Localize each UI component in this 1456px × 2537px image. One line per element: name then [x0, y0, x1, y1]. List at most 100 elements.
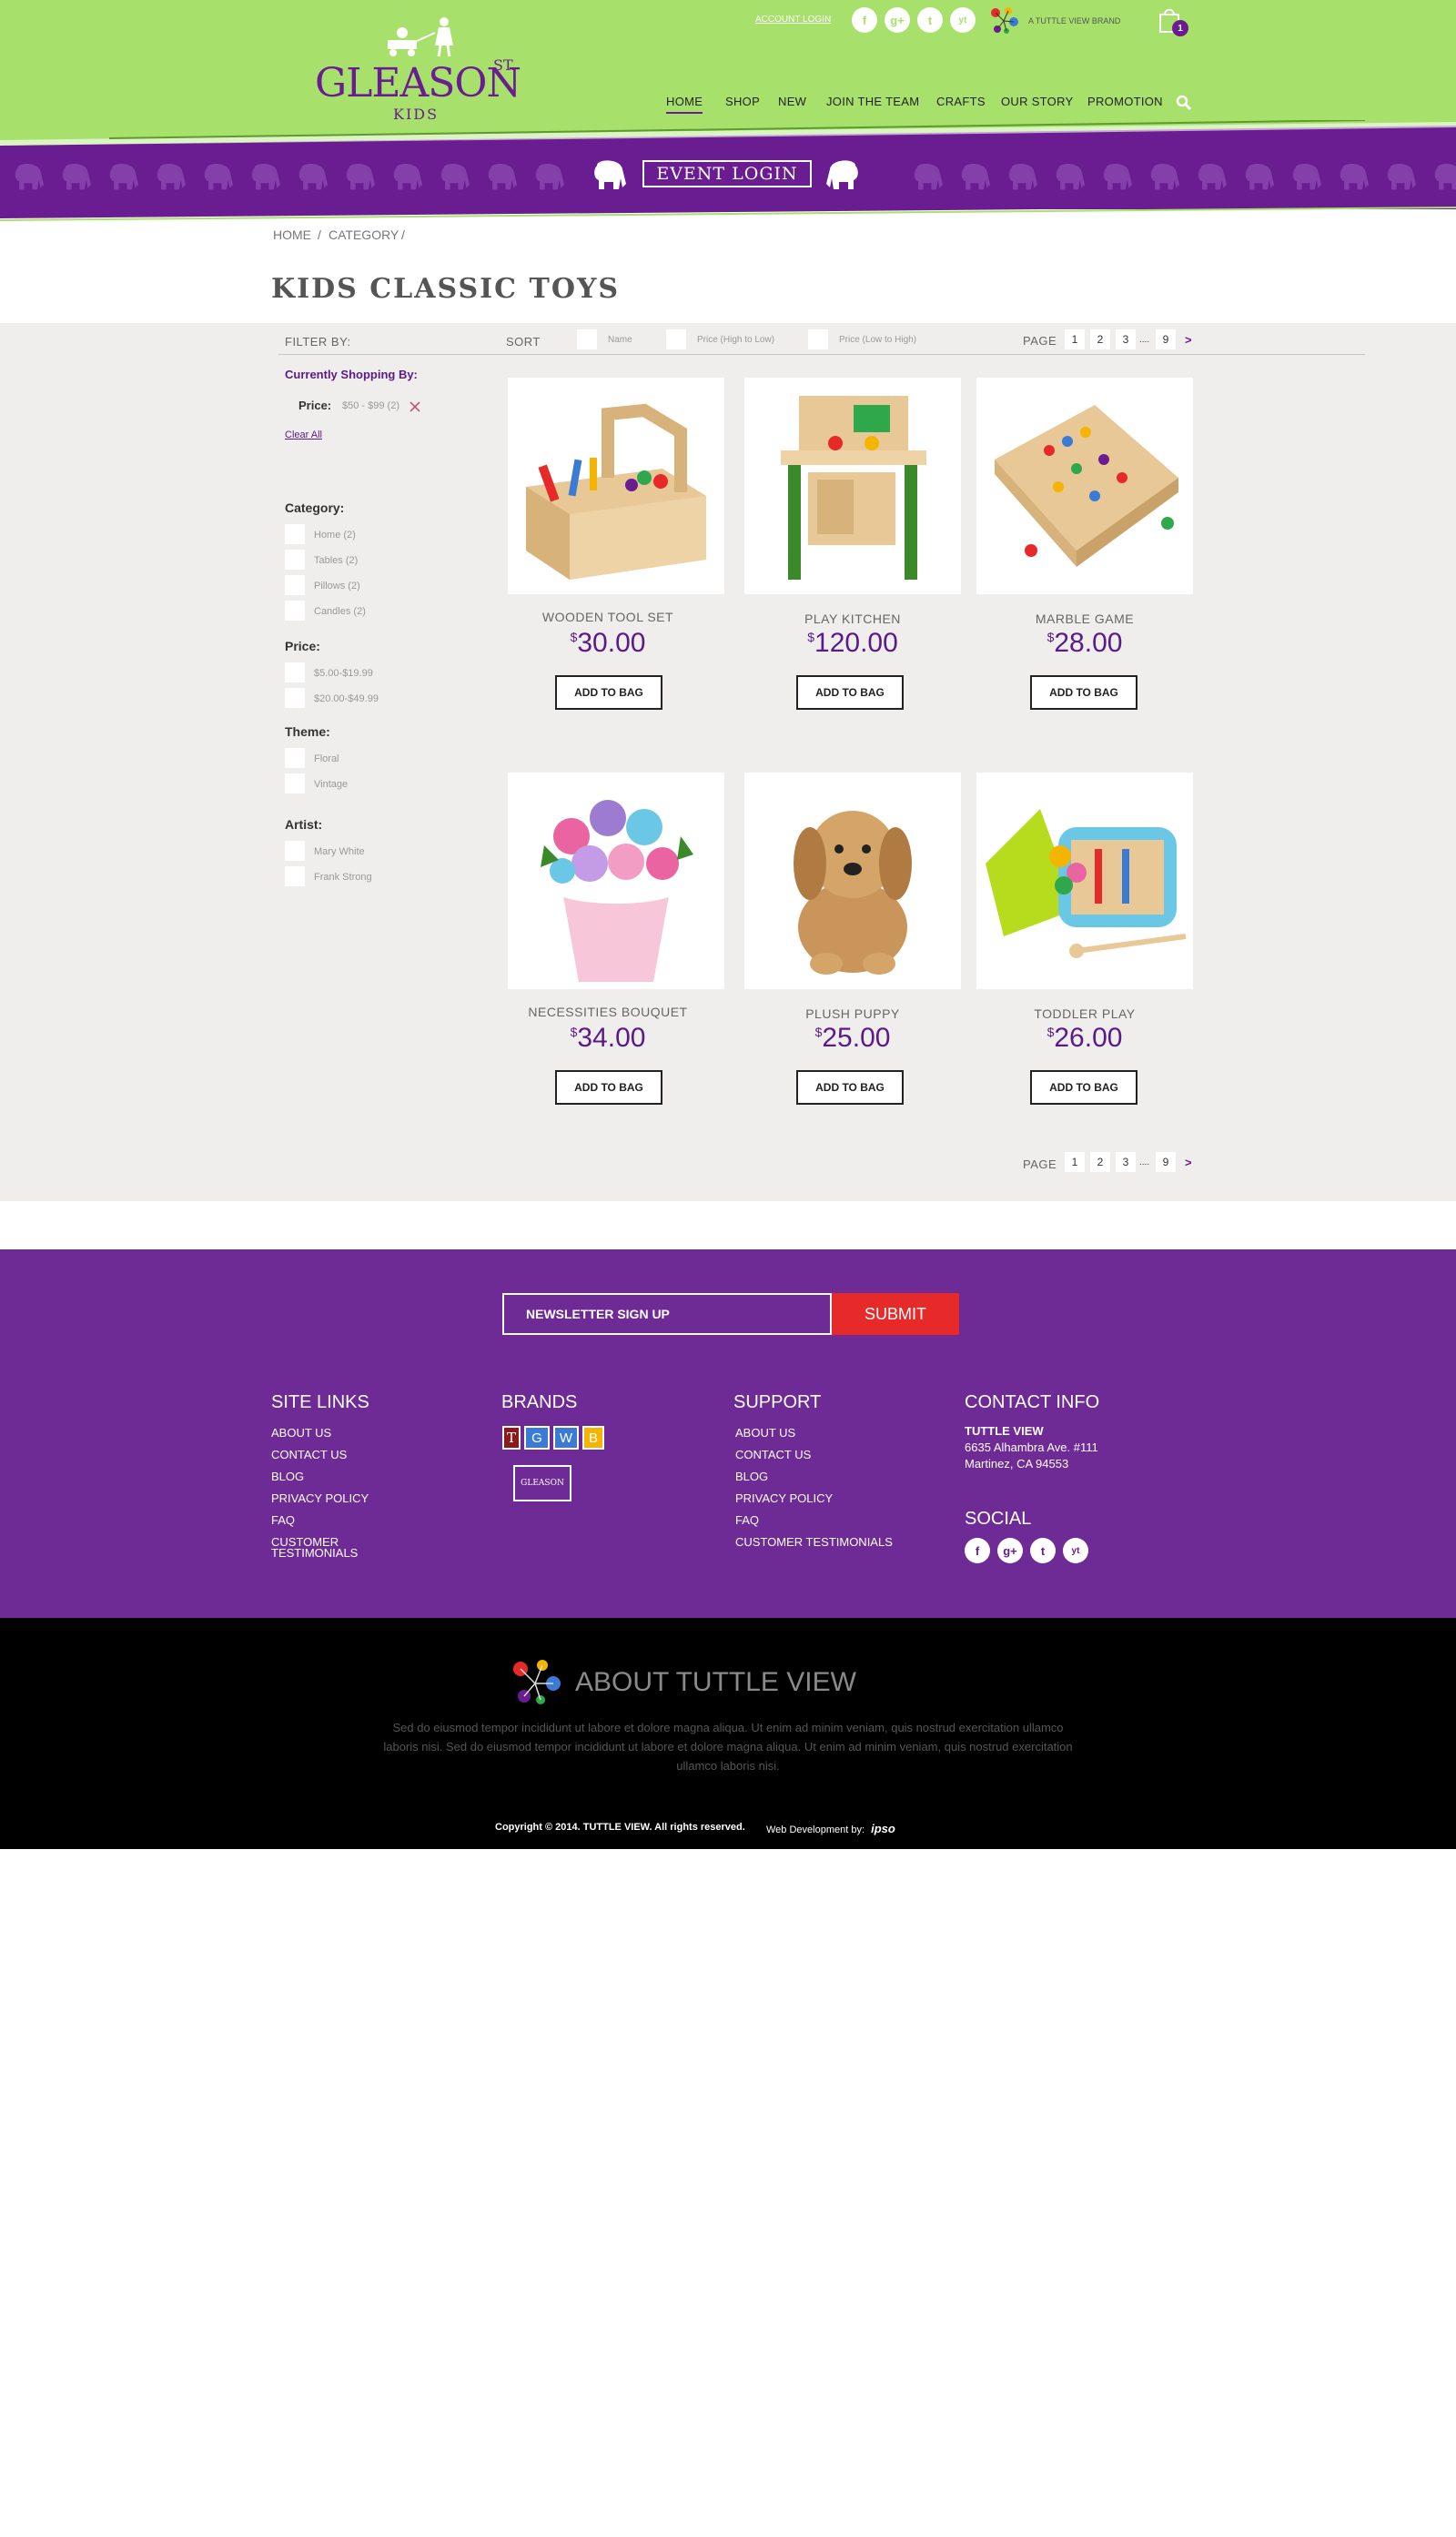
- filter-checkbox[interactable]: [285, 773, 305, 793]
- support-link-testimonials[interactable]: CUSTOMER TESTIMONIALS: [735, 1536, 893, 1548]
- ipso-logo[interactable]: ipso: [871, 1822, 895, 1835]
- support-link-about[interactable]: ABOUT US: [735, 1427, 795, 1439]
- event-login-button[interactable]: EVENT LOGIN: [642, 160, 812, 187]
- nav-join-the-team[interactable]: JOIN THE TEAM: [826, 95, 919, 108]
- support-link-privacy[interactable]: PRIVACY POLICY: [735, 1492, 833, 1504]
- add-to-bag-button[interactable]: ADD TO BAG: [1030, 1070, 1138, 1105]
- search-icon[interactable]: [1176, 95, 1192, 111]
- filter-checkbox[interactable]: [285, 524, 305, 544]
- next-page-arrow[interactable]: >: [1185, 333, 1192, 347]
- nav-home[interactable]: HOME: [666, 95, 703, 114]
- gleason-kids-logo[interactable]: GLEASON ST. KIDS: [315, 16, 521, 123]
- page-9[interactable]: 9: [1156, 329, 1176, 349]
- support-link-faq[interactable]: FAQ: [735, 1514, 759, 1526]
- sort-label: SORT: [506, 335, 541, 349]
- add-to-bag-button[interactable]: ADD TO BAG: [555, 1070, 662, 1105]
- brand-w-logo[interactable]: W: [553, 1426, 579, 1450]
- google-plus-icon[interactable]: g+: [885, 7, 910, 33]
- add-to-bag-button[interactable]: ADD TO BAG: [796, 675, 904, 710]
- clear-all-link[interactable]: Clear All: [285, 430, 322, 440]
- filter-checkbox[interactable]: [285, 841, 305, 861]
- page-3[interactable]: 3: [1116, 329, 1136, 349]
- brush-stroke-bottom: [0, 202, 1456, 221]
- newsletter-submit-button[interactable]: SUBMIT: [832, 1293, 959, 1335]
- filter-checkbox[interactable]: [285, 866, 305, 886]
- product-name[interactable]: NECESSITIES BOUQUET: [500, 1005, 716, 1019]
- sort-high-low-checkbox[interactable]: [666, 329, 686, 349]
- page-label: PAGE: [1023, 334, 1057, 348]
- youtube-icon[interactable]: yt: [950, 7, 976, 33]
- support-link-blog[interactable]: BLOG: [735, 1471, 768, 1482]
- sort-low-high-checkbox[interactable]: [808, 329, 828, 349]
- footer-link-privacy[interactable]: PRIVACY POLICY: [271, 1492, 369, 1504]
- newsletter-input[interactable]: NEWSLETTER SIGN UP: [502, 1293, 832, 1335]
- product-image-toddler-play[interactable]: [976, 773, 1193, 989]
- nav-our-story[interactable]: OUR STORY: [1001, 95, 1074, 108]
- brand-g-logo[interactable]: G: [524, 1426, 550, 1450]
- page-2[interactable]: 2: [1090, 1152, 1110, 1172]
- brand-tagline: A TUTTLE VIEW BRAND: [1028, 16, 1121, 25]
- product-name[interactable]: TODDLER PLAY: [976, 1006, 1193, 1021]
- sort-name-checkbox[interactable]: [577, 329, 597, 349]
- add-to-bag-button[interactable]: ADD TO BAG: [555, 675, 662, 710]
- cart-button[interactable]: 1: [1158, 7, 1188, 37]
- footer-link-faq[interactable]: FAQ: [271, 1514, 295, 1526]
- filter-checkbox[interactable]: [285, 601, 305, 621]
- nav-crafts[interactable]: CRAFTS: [936, 95, 986, 108]
- page-1[interactable]: 1: [1065, 1152, 1085, 1172]
- filter-checkbox[interactable]: [285, 748, 305, 768]
- nav-new[interactable]: NEW: [778, 95, 806, 108]
- footer-link-about[interactable]: ABOUT US: [271, 1427, 331, 1439]
- support-link-contact[interactable]: CONTACT US: [735, 1449, 811, 1461]
- footer-link-contact[interactable]: CONTACT US: [271, 1449, 347, 1461]
- product-image-plush-puppy[interactable]: [744, 773, 961, 989]
- brand-t-logo[interactable]: T: [502, 1426, 521, 1450]
- product-name[interactable]: PLAY KITCHEN: [744, 612, 961, 626]
- remove-filter-icon[interactable]: [410, 401, 420, 412]
- elephant-pattern-icon: [1434, 164, 1456, 190]
- social-heading: SOCIAL: [965, 1509, 1032, 1529]
- contact-info-heading: CONTACT INFO: [965, 1392, 1100, 1412]
- twitter-icon[interactable]: t: [917, 7, 943, 33]
- product-image-marble-game[interactable]: [976, 378, 1193, 594]
- page-2[interactable]: 2: [1090, 329, 1110, 349]
- facebook-icon[interactable]: f: [965, 1538, 990, 1563]
- page-3[interactable]: 3: [1116, 1152, 1136, 1172]
- about-title: ABOUT TUTTLE VIEW: [575, 1667, 856, 1697]
- product-image-necessities-bouquet[interactable]: [508, 773, 724, 989]
- brand-b-logo[interactable]: B: [582, 1426, 604, 1450]
- next-page-arrow[interactable]: >: [1185, 1156, 1192, 1169]
- add-to-bag-button[interactable]: ADD TO BAG: [796, 1070, 904, 1105]
- nav-shop[interactable]: SHOP: [725, 95, 760, 108]
- page-1[interactable]: 1: [1065, 329, 1085, 349]
- nav-promotion[interactable]: PROMOTION: [1087, 95, 1163, 108]
- product-price: $34.00: [500, 1023, 716, 1054]
- elephant-pattern-icon: [440, 163, 470, 190]
- product-name[interactable]: MARBLE GAME: [976, 612, 1193, 626]
- breadcrumb-category[interactable]: CATEGORY: [329, 227, 399, 242]
- gleason-brand-logo[interactable]: GLEASON: [513, 1465, 571, 1501]
- page-label: PAGE: [1023, 1157, 1057, 1171]
- product-name[interactable]: WOODEN TOOL SET: [500, 610, 716, 624]
- elephant-pattern-icon: [1103, 163, 1133, 190]
- filter-checkbox[interactable]: [285, 662, 305, 682]
- footer-link-blog[interactable]: BLOG: [271, 1471, 304, 1482]
- google-plus-icon[interactable]: g+: [997, 1538, 1023, 1563]
- artist-filter-heading: Artist:: [285, 817, 323, 832]
- filter-checkbox[interactable]: [285, 550, 305, 570]
- product-image-wooden-tool-set[interactable]: [508, 378, 724, 594]
- account-login-link[interactable]: ACCOUNT LOGIN: [755, 15, 831, 25]
- filter-checkbox[interactable]: [285, 688, 305, 708]
- product-name[interactable]: PLUSH PUPPY: [744, 1006, 961, 1021]
- add-to-bag-button[interactable]: ADD TO BAG: [1030, 675, 1138, 710]
- page-9[interactable]: 9: [1156, 1152, 1176, 1172]
- youtube-icon[interactable]: yt: [1063, 1538, 1088, 1563]
- facebook-icon[interactable]: f: [852, 7, 877, 33]
- filter-checkbox[interactable]: [285, 575, 305, 595]
- elephant-pattern-icon: [1056, 163, 1086, 190]
- twitter-icon[interactable]: t: [1030, 1538, 1056, 1563]
- footer-link-testimonials[interactable]: TESTIMONIALS: [271, 1547, 358, 1559]
- breadcrumb-home[interactable]: HOME: [273, 227, 311, 242]
- product-image-play-kitchen[interactable]: [744, 378, 961, 594]
- site-links-heading: SITE LINKS: [271, 1392, 369, 1412]
